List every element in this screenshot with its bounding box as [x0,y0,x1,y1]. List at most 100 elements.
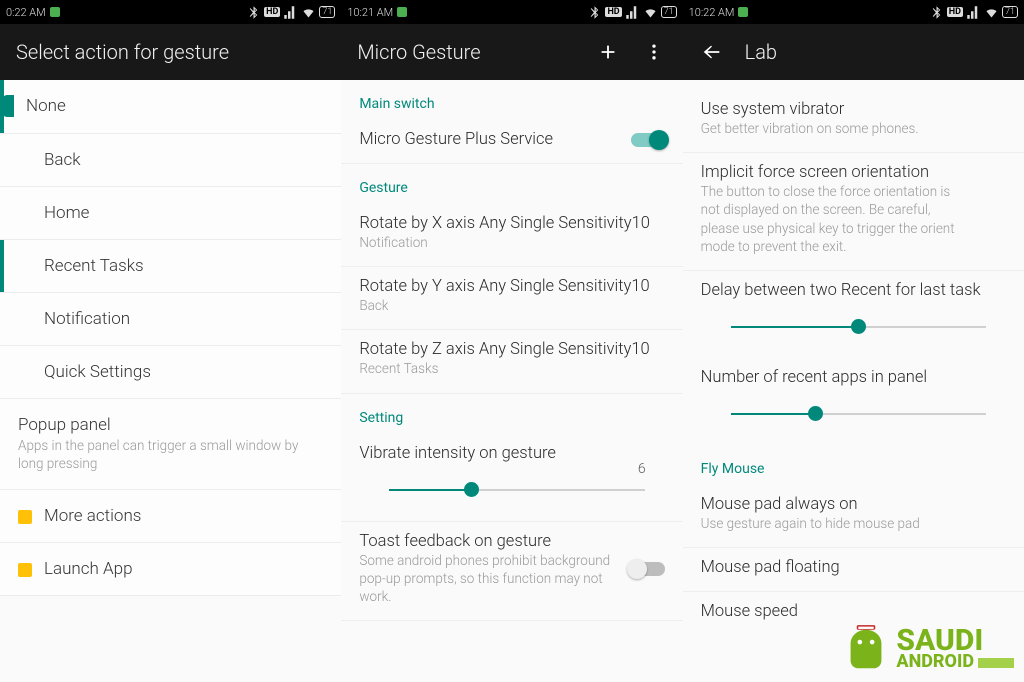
back-button[interactable] [699,39,725,65]
number-recent-apps[interactable]: Number of recent apps in panel [683,358,1024,445]
mouse-pad-floating[interactable]: Mouse pad floating [683,548,1024,592]
vibrate-slider[interactable]: 6 [389,477,644,503]
setting-label: Number of recent apps in panel [701,368,1006,387]
status-icons: HD 71 [587,5,676,20]
add-button[interactable] [595,39,621,65]
status-app-badge [397,7,407,17]
spacer-icon [18,366,32,380]
section-gesture: Gesture [341,164,682,204]
toggle-switch[interactable] [631,133,665,147]
action-popup-panel[interactable]: Popup panel Apps in the panel can trigge… [0,399,341,490]
signal-icon [966,5,981,20]
setting-label: Mouse pad always on [701,495,1006,514]
action-notification[interactable]: Notification [0,293,341,346]
hd-icon: HD [605,7,621,17]
list-item-label: Launch App [44,559,323,579]
slider-thumb[interactable] [851,319,866,334]
use-system-vibrator[interactable]: Use system vibrator Get better vibration… [683,80,1024,153]
pane-micro-gesture: 10:21 AM HD 71 Micro Gesture Main switch… [341,0,682,682]
bluetooth-icon [929,5,944,20]
setting-label: Rotate by X axis Any Single Sensitivity1… [359,214,664,233]
slider-value: 6 [638,461,646,477]
implicit-force-orientation[interactable]: Implicit force screen orientation The bu… [683,153,1024,271]
titlebar: Micro Gesture [341,24,682,80]
battery-icon: 71 [1002,6,1018,18]
slider-fill [731,326,859,328]
action-list: None Back Home Recent Tasks Notification… [0,80,341,682]
list-item-label: Quick Settings [44,362,323,382]
bluetooth-icon [587,5,602,20]
pane-lab: 10:22 AM HD 71 Lab Use system vibrator G… [683,0,1024,682]
slider-thumb[interactable] [464,482,479,497]
status-bar: 0:22 AM HD 71 [0,0,341,24]
action-quick-settings[interactable]: Quick Settings [0,346,341,399]
mouse-speed[interactable]: Mouse speed [683,592,1024,635]
list-item-label: Home [44,203,323,223]
plus-icon [597,41,619,63]
status-app-badge [50,7,60,17]
setting-label: Implicit force screen orientation [701,163,1006,182]
action-launch-app[interactable]: Launch App [0,543,341,596]
gesture-x-axis[interactable]: Rotate by X axis Any Single Sensitivity1… [341,204,682,267]
status-time: 10:21 AM [347,6,393,19]
gesture-z-axis[interactable]: Rotate by Z axis Any Single Sensitivity1… [341,330,682,393]
setting-label: Use system vibrator [701,100,1006,119]
status-time: 10:22 AM [689,6,735,19]
mouse-pad-always-on[interactable]: Mouse pad always on Use gesture again to… [683,485,1024,548]
setting-label: Micro Gesture Plus Service [359,130,630,149]
list-item-label: None [26,96,323,116]
vibrate-intensity[interactable]: Vibrate intensity on gesture 6 [341,434,682,521]
status-app-badge [738,7,748,17]
arrow-back-icon [701,41,723,63]
overflow-button[interactable] [641,39,667,65]
delay-slider[interactable] [731,314,986,340]
hd-icon: HD [947,7,963,17]
section-main-switch: Main switch [341,80,682,120]
battery-icon: 71 [319,6,335,18]
spacer-icon [18,313,32,327]
toast-feedback-toggle[interactable]: Toast feedback on gesture Some android p… [341,521,682,622]
list-item-sub: Apps in the panel can trigger a small wi… [18,437,323,473]
list-item-label: Popup panel [18,415,323,435]
signal-icon [283,5,298,20]
titlebar: Lab [683,24,1024,80]
setting-sub: Get better vibration on some phones. [701,120,971,138]
list-item-label: Back [44,150,323,170]
wifi-icon [984,5,999,20]
status-bar: 10:21 AM HD 71 [341,0,682,24]
setting-sub: Recent Tasks [359,360,629,378]
signal-icon [625,5,640,20]
action-recent-tasks[interactable]: Recent Tasks [0,240,341,293]
recent-slider[interactable] [731,401,986,427]
gesture-y-axis[interactable]: Rotate by Y axis Any Single Sensitivity1… [341,267,682,330]
action-home[interactable]: Home [0,187,341,240]
wifi-icon [301,5,316,20]
section-setting: Setting [341,394,682,434]
micro-gesture-service-toggle[interactable]: Micro Gesture Plus Service [341,120,682,164]
spacer-icon [18,260,32,274]
action-back[interactable]: Back [0,134,341,187]
setting-label: Mouse speed [701,602,1006,621]
pane-action-select: 0:22 AM HD 71 Select action for gesture … [0,0,341,682]
delay-between-recent[interactable]: Delay between two Recent for last task [683,271,1024,358]
setting-sub: Use gesture again to hide mouse pad [701,515,971,533]
page-title: Micro Gesture [357,40,480,64]
setting-sub: The button to close the force orientatio… [701,183,971,256]
action-none[interactable]: None [0,80,341,134]
spacer-icon [18,207,32,221]
radio-icon [0,95,14,117]
toggle-switch[interactable] [631,562,665,576]
setting-sub: Some android phones prohibit background … [359,552,629,607]
slider-thumb[interactable] [808,406,823,421]
status-bar: 10:22 AM HD 71 [683,0,1024,24]
action-more-actions[interactable]: More actions [0,490,341,543]
status-icons: HD 71 [246,5,335,20]
chevron-icon [18,510,32,524]
lab-settings-list: Use system vibrator Get better vibration… [683,80,1024,682]
setting-label: Mouse pad floating [701,558,1006,577]
chevron-icon [18,563,32,577]
spacer-icon [18,154,32,168]
list-item-label: More actions [44,506,323,526]
battery-icon: 71 [661,6,677,18]
setting-label: Rotate by Z axis Any Single Sensitivity1… [359,340,664,359]
